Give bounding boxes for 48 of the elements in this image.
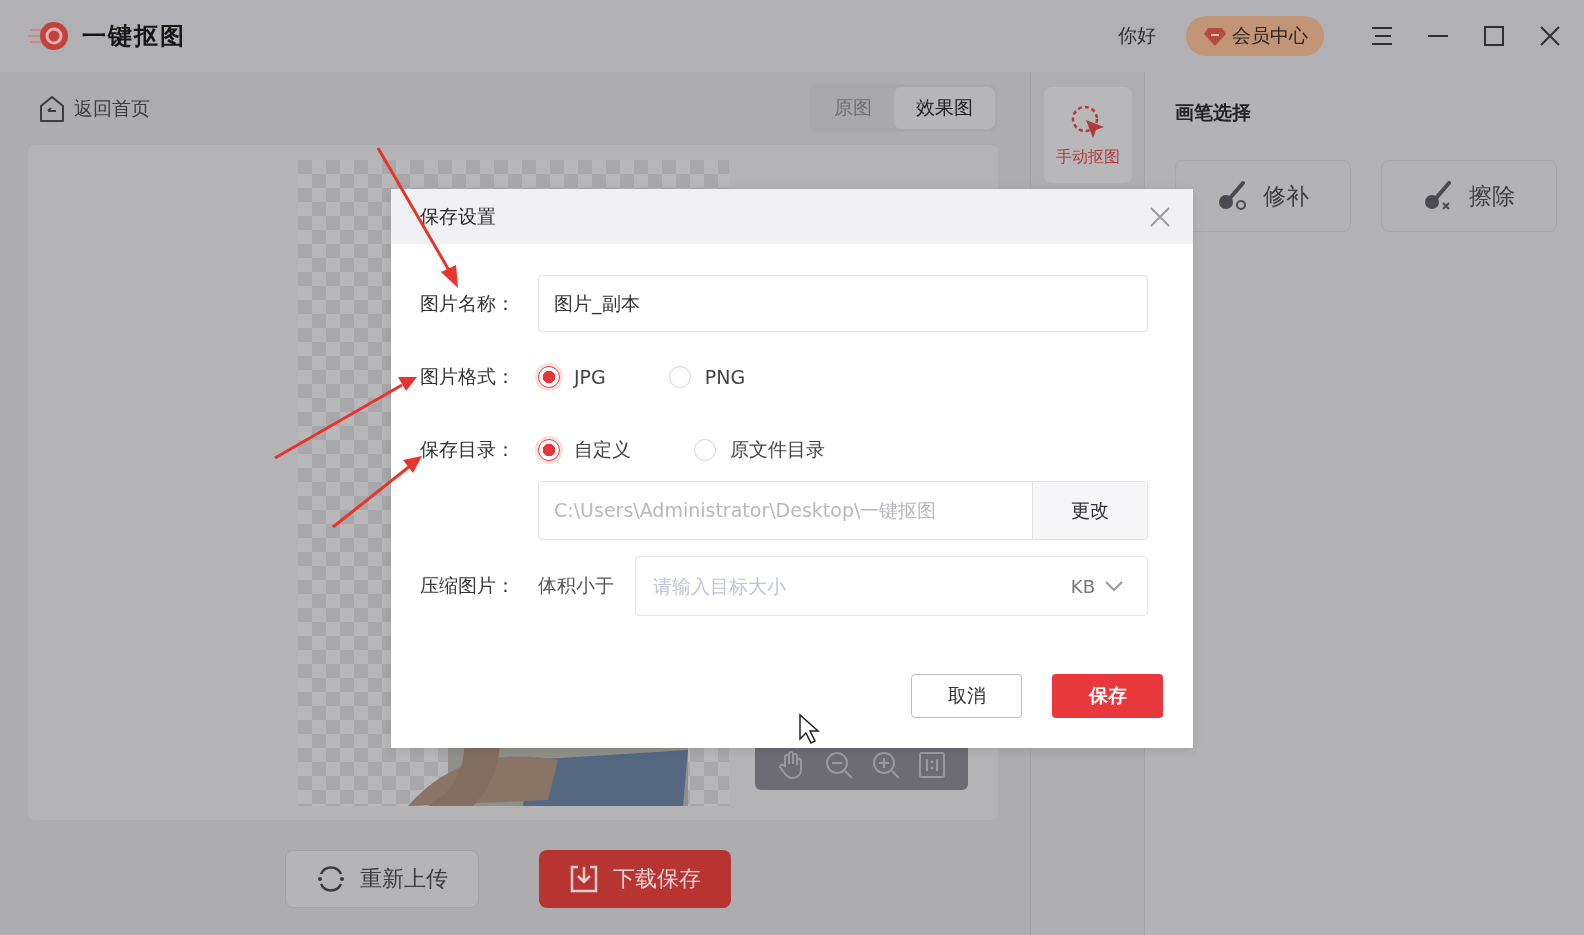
eraser-brush-icon [1423, 181, 1453, 211]
menu-icon[interactable] [1370, 24, 1394, 48]
maximize-icon[interactable] [1482, 24, 1506, 48]
radio-option[interactable]: 原文件目录 [694, 437, 825, 463]
radio-option[interactable]: PNG [668, 366, 746, 388]
refresh-icon [316, 864, 346, 894]
panel-title: 画笔选择 [1175, 100, 1251, 125]
app-title: 一键抠图 [82, 21, 186, 52]
field-label: 图片名称： [420, 290, 516, 316]
unit-dropdown[interactable]: KB [1064, 574, 1129, 598]
name-input-field[interactable]: 图片_副本 [538, 275, 1148, 332]
cancel-button[interactable]: 取消 [911, 674, 1022, 718]
field-label: 图片格式： [420, 364, 516, 389]
radio-label: 自定义 [574, 437, 631, 462]
zoom-in-icon[interactable] [870, 750, 901, 780]
field-label: 压缩图片： [420, 573, 516, 598]
radio-label: JPG [574, 366, 606, 388]
brush-button[interactable]: 擦除 [1381, 160, 1557, 232]
save-button[interactable]: 保存 [1052, 674, 1163, 718]
radio-label: 原文件目录 [730, 437, 825, 462]
size-prefix-text: 体积小于 [538, 573, 615, 598]
diamond-icon [1204, 26, 1226, 46]
radio-option[interactable]: 自定义 [538, 437, 631, 463]
dialog-title: 保存设置 [420, 203, 497, 229]
radio-button[interactable] [538, 439, 560, 461]
path-input-field[interactable]: C:\Users\Administrator\Desktop\一键抠图 更改 [538, 481, 1148, 540]
brush-icon [1217, 181, 1247, 211]
home-icon [38, 94, 66, 123]
size-input-field[interactable]: 请输入目标大小 KB [635, 556, 1148, 616]
zoom-out-icon[interactable] [824, 750, 855, 780]
close-icon[interactable] [1538, 24, 1562, 48]
actual-size-icon[interactable] [917, 751, 946, 779]
back-link[interactable]: 返回首页 [38, 94, 150, 123]
radio-label: PNG [704, 366, 746, 388]
tool-button[interactable]: 手动抠图 [1043, 87, 1132, 183]
download-icon [569, 864, 599, 894]
brush-button[interactable]: 修补 [1175, 160, 1351, 232]
vip-button[interactable]: 会员中心 [1186, 16, 1324, 56]
radio-option[interactable]: JPG [538, 366, 606, 388]
field-label: 保存目录： [420, 437, 516, 462]
chevron-down-icon [1105, 580, 1123, 592]
cursor-icon [798, 713, 820, 745]
radio-button[interactable] [538, 366, 560, 388]
reupload-button[interactable]: 重新上传 [285, 850, 479, 908]
change-button[interactable]: 更改 [1032, 482, 1147, 539]
download-button[interactable]: 下载保存 [539, 850, 731, 908]
greeting-text: 你好 [1118, 23, 1156, 48]
view-tab[interactable]: 效果图 [894, 86, 995, 129]
